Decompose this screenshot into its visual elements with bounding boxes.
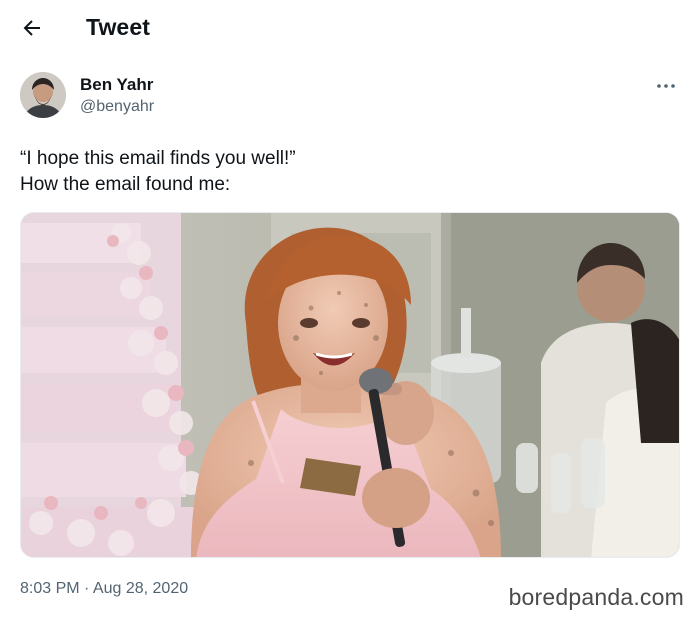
back-arrow-icon[interactable] bbox=[20, 16, 44, 40]
user-handle[interactable]: @benyahr bbox=[80, 98, 154, 116]
tweet-text-line-2: How the email found me: bbox=[20, 174, 231, 195]
tweet-photo[interactable] bbox=[20, 212, 680, 558]
tweet-text: “I hope this email finds you well!” How … bbox=[20, 146, 660, 198]
tweet-author: Ben Yahr @benyahr bbox=[20, 72, 680, 124]
more-horizontal-icon[interactable] bbox=[654, 78, 678, 94]
watermark-text: boredpanda.com bbox=[508, 584, 684, 610]
tweet-header: Tweet bbox=[0, 0, 700, 56]
tweet-timestamp[interactable]: 8:03 PM · Aug 28, 2020 bbox=[20, 580, 188, 598]
avatar[interactable] bbox=[20, 72, 66, 118]
display-name[interactable]: Ben Yahr bbox=[80, 75, 153, 95]
tweet-text-line-1: “I hope this email finds you well!” bbox=[20, 148, 296, 169]
page-title: Tweet bbox=[86, 14, 150, 40]
